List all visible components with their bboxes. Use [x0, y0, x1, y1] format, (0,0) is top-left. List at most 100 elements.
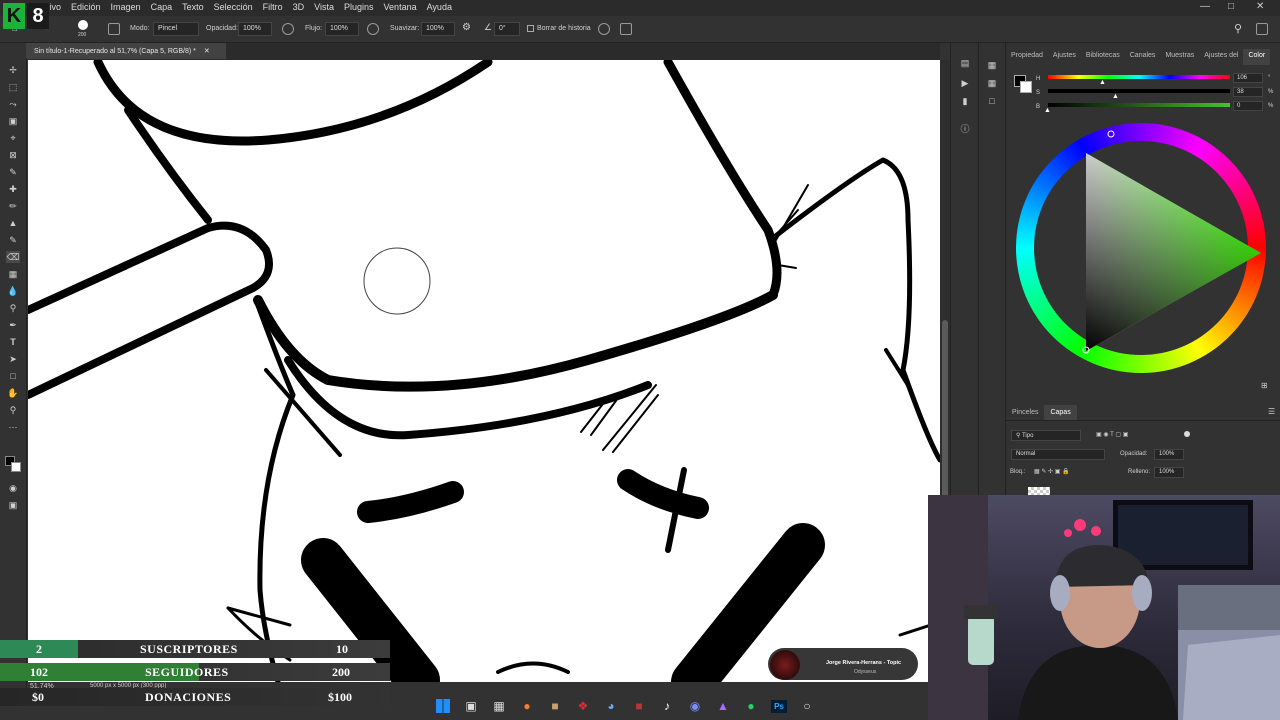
close-tab-icon[interactable]: ✕	[204, 48, 210, 55]
type-tool-icon[interactable]: T	[6, 336, 20, 348]
zoom-tool-icon[interactable]: ⚲	[6, 404, 20, 416]
screen-mode-icon[interactable]: ▣	[6, 499, 20, 511]
firefox-icon[interactable]: ●	[514, 694, 540, 718]
quick-mask-icon[interactable]: ◉	[6, 482, 20, 494]
panel-menu-icon[interactable]: ☰	[1268, 407, 1275, 416]
smoothing-input[interactable]: 100%	[421, 22, 455, 36]
menu-texto[interactable]: Texto	[177, 2, 209, 12]
discord-icon[interactable]: ◉	[682, 694, 708, 718]
erase-history-checkbox[interactable]	[527, 25, 534, 32]
h-value[interactable]: 106	[1233, 73, 1263, 83]
fill-input[interactable]: 100%	[1154, 467, 1184, 478]
gradient-tool-icon[interactable]: ▦	[6, 268, 20, 280]
document-tab[interactable]: Sin título-1-Recuperado al 51,7% (Capa 5…	[26, 43, 226, 59]
healing-tool-icon[interactable]: ✚	[6, 183, 20, 195]
canvas[interactable]	[28, 60, 940, 682]
tab-ajustes[interactable]: Ajustes	[1048, 49, 1081, 65]
symmetry-icon[interactable]	[620, 23, 632, 35]
lasso-tool-icon[interactable]: ⤳	[6, 98, 20, 110]
crop-tool-icon[interactable]: ⌖	[6, 132, 20, 144]
tab-pinceles[interactable]: Pinceles	[1006, 405, 1044, 420]
menu-seleccion[interactable]: Selección	[209, 2, 258, 12]
menu-capa[interactable]: Capa	[146, 2, 178, 12]
workspace-icon[interactable]	[1256, 23, 1268, 35]
close-icon[interactable]: ✕	[1256, 1, 1264, 12]
bg-swatch[interactable]	[1020, 81, 1032, 93]
more-tools-icon[interactable]: ⋯	[6, 421, 20, 433]
shape-tool-icon[interactable]: □	[6, 370, 20, 382]
pressure-size-icon[interactable]	[598, 23, 610, 35]
flow-input[interactable]: 100%	[325, 22, 359, 36]
object-select-tool-icon[interactable]: ▣	[6, 115, 20, 127]
expand-icon[interactable]: ⊞	[1261, 381, 1268, 390]
background-color-swatch[interactable]	[11, 462, 21, 472]
layer-opacity-input[interactable]: 100%	[1154, 449, 1184, 460]
store-icon[interactable]: ▦	[486, 694, 512, 718]
red-icon[interactable]: ❖	[570, 694, 596, 718]
menu-3d[interactable]: 3D	[288, 2, 310, 12]
brightness-thumb[interactable]: ▲	[1044, 107, 1051, 114]
angle-icon[interactable]: ∠	[484, 22, 492, 33]
pen-tool-icon[interactable]: ✒	[6, 319, 20, 331]
tab-ajustes-del[interactable]: Ajustes del	[1199, 49, 1243, 65]
hue-slider[interactable]	[1048, 75, 1230, 79]
tab-canales[interactable]: Canales	[1125, 49, 1161, 65]
gear-icon[interactable]: ⚙	[462, 22, 471, 33]
tab-capas[interactable]: Capas	[1044, 405, 1077, 420]
saturation-slider[interactable]	[1048, 89, 1230, 93]
play-icon[interactable]: ▶	[959, 77, 971, 89]
menu-vista[interactable]: Vista	[309, 2, 339, 12]
brush-preview-icon[interactable]	[78, 20, 88, 30]
path-select-tool-icon[interactable]: ➤	[6, 353, 20, 365]
b-value[interactable]: 0	[1233, 101, 1263, 111]
menu-plugins[interactable]: Plugins	[339, 2, 379, 12]
color-wheel[interactable]	[1016, 123, 1266, 373]
color-triangle[interactable]	[1016, 123, 1266, 373]
frame-tool-icon[interactable]: ⊠	[6, 149, 20, 161]
info-icon[interactable]: ⓘ	[959, 123, 971, 135]
windows-icon[interactable]	[430, 694, 456, 718]
files-icon[interactable]: ▣	[458, 694, 484, 718]
comment-icon[interactable]: ▮	[959, 95, 971, 107]
filter-icons[interactable]: ▣ ◉ T ▢ ▣	[1096, 431, 1128, 438]
steam-icon[interactable]: ◕	[598, 694, 624, 718]
blend-mode-select[interactable]: Normal	[1011, 449, 1105, 460]
brush-settings-icon[interactable]	[108, 23, 120, 35]
menu-ayuda[interactable]: Ayuda	[422, 2, 457, 12]
brush-tool-icon[interactable]: ✏	[6, 200, 20, 212]
blur-tool-icon[interactable]: 💧	[6, 285, 20, 297]
marquee-tool-icon[interactable]: ⬚	[6, 81, 20, 93]
layer-thumbnail[interactable]	[1028, 487, 1050, 495]
stream-icon[interactable]: ▲	[710, 694, 736, 718]
tab-bibliotecas[interactable]: Bibliotecas	[1081, 49, 1125, 65]
lock-icons[interactable]: ▦ ✎ ✢ ▣ 🔒	[1034, 468, 1070, 475]
history-icon[interactable]: ▤	[959, 57, 971, 69]
mode-select[interactable]: Pincel	[153, 22, 199, 36]
minimize-icon[interactable]: —	[1200, 1, 1210, 12]
scrollbar-thumb[interactable]	[942, 320, 948, 520]
move-tool-icon[interactable]: ✢	[6, 64, 20, 76]
tiktok-icon[interactable]: ♪	[654, 694, 680, 718]
eraser-tool-icon[interactable]: ⌫	[6, 251, 20, 263]
layers-comp-icon[interactable]: □	[986, 95, 998, 107]
saturation-thumb[interactable]: ▲	[1112, 93, 1119, 100]
search-icon[interactable]: ⚲	[1234, 22, 1242, 35]
game-icon[interactable]: ■	[542, 694, 568, 718]
hue-thumb[interactable]: ▲	[1099, 79, 1106, 86]
tab-muestras[interactable]: Muestras	[1160, 49, 1199, 65]
menu-filtro[interactable]: Filtro	[258, 2, 288, 12]
dodge-tool-icon[interactable]: ⚲	[6, 302, 20, 314]
history-brush-tool-icon[interactable]: ✎	[6, 234, 20, 246]
pressure-opacity-icon[interactable]	[282, 23, 294, 35]
airbrush-icon[interactable]	[367, 23, 379, 35]
maximize-icon[interactable]: □	[1228, 1, 1234, 12]
photoshop-icon[interactable]: Ps	[766, 694, 792, 718]
app-icon[interactable]: ■	[626, 694, 652, 718]
obs-icon[interactable]: ○	[794, 694, 820, 718]
tab-color[interactable]: Color	[1243, 49, 1271, 65]
s-value[interactable]: 38	[1233, 87, 1263, 97]
menu-ventana[interactable]: Ventana	[379, 2, 422, 12]
hand-tool-icon[interactable]: ✋	[6, 387, 20, 399]
stamp-tool-icon[interactable]: ▲	[6, 217, 20, 229]
brightness-slider[interactable]	[1048, 103, 1230, 107]
